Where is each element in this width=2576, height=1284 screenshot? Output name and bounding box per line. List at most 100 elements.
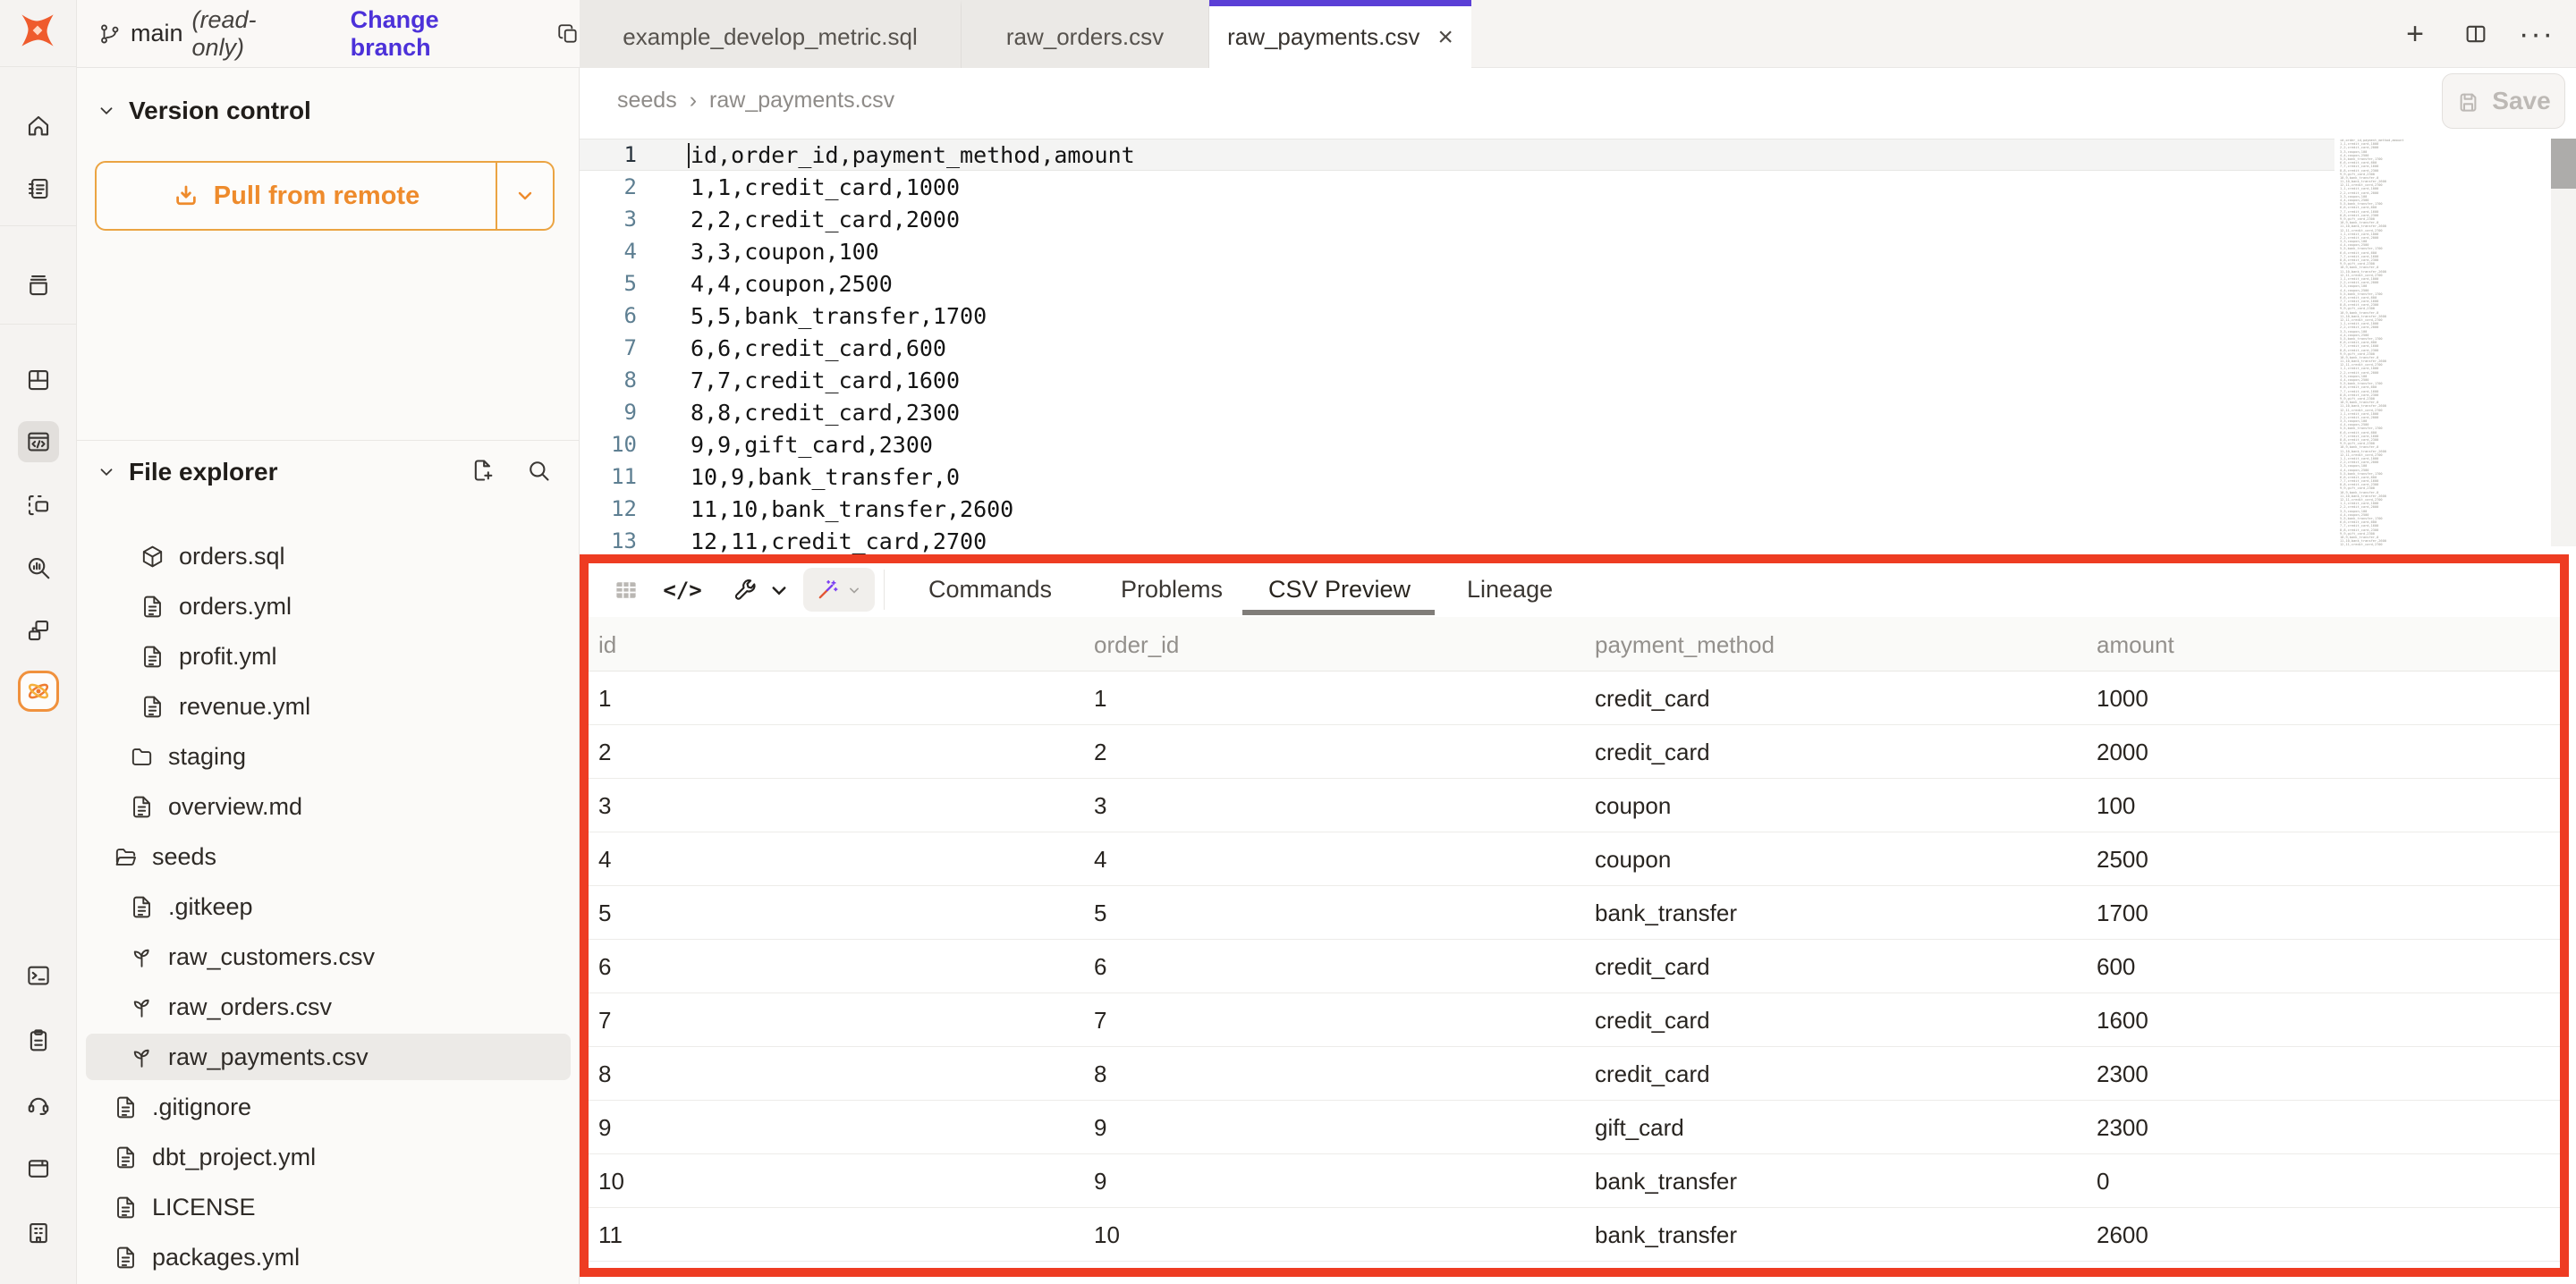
table-row[interactable]: 22credit_card2000 bbox=[589, 725, 2560, 779]
file-item-packages-yml[interactable]: packages.yml bbox=[77, 1232, 580, 1282]
file-item-raw-customers-csv[interactable]: raw_customers.csv bbox=[77, 932, 580, 982]
more-options-icon[interactable]: ··· bbox=[2517, 14, 2556, 54]
table-row[interactable]: 109bank_transfer0 bbox=[589, 1154, 2560, 1208]
headset-icon[interactable] bbox=[18, 1084, 59, 1125]
table-row[interactable]: 1110bank_transfer2600 bbox=[589, 1208, 2560, 1262]
panel-tab-problems[interactable]: Problems bbox=[1121, 563, 1223, 616]
code-line-3[interactable]: 32,2,credit_card,2000 bbox=[580, 203, 2334, 235]
split-editor-icon[interactable] bbox=[2456, 14, 2496, 54]
file-item-orders-sql[interactable]: orders.sql bbox=[77, 531, 580, 581]
new-tab-icon[interactable]: + bbox=[2395, 14, 2435, 54]
code-line-13[interactable]: 1312,11,credit_card,2700 bbox=[580, 525, 2334, 557]
file-item-overview-md[interactable]: overview.md bbox=[77, 781, 580, 832]
table-row[interactable]: 77credit_card1600 bbox=[589, 993, 2560, 1047]
clipboard-icon[interactable] bbox=[18, 1019, 59, 1060]
file-item-label: raw_customers.csv bbox=[168, 943, 375, 971]
build-wrench-icon[interactable] bbox=[724, 569, 767, 612]
code-line-8[interactable]: 87,7,credit_card,1600 bbox=[580, 364, 2334, 396]
terminal-icon[interactable] bbox=[18, 955, 59, 996]
table-cell: 2000 bbox=[2097, 739, 2148, 766]
dbt-logo-icon[interactable] bbox=[14, 7, 61, 54]
table-row[interactable]: 33coupon100 bbox=[589, 779, 2560, 832]
file-item-orders-yml[interactable]: orders.yml bbox=[77, 581, 580, 631]
breadcrumb-folder[interactable]: seeds bbox=[617, 88, 677, 114]
code-line-4[interactable]: 43,3,coupon,100 bbox=[580, 235, 2334, 267]
line-number: 9 bbox=[580, 400, 637, 425]
panel-tab-csv-preview[interactable]: CSV Preview bbox=[1268, 563, 1411, 616]
breadcrumb-file[interactable]: raw_payments.csv bbox=[709, 88, 894, 114]
file-item-label: staging bbox=[168, 743, 246, 771]
notebook-icon[interactable] bbox=[18, 168, 59, 209]
table-cell: coupon bbox=[1595, 792, 1671, 820]
line-number: 8 bbox=[580, 367, 637, 393]
file-item-seeds[interactable]: seeds bbox=[77, 832, 580, 882]
code-line-7[interactable]: 76,6,credit_card,600 bbox=[580, 332, 2334, 364]
file-explorer-header[interactable]: File explorer bbox=[97, 458, 278, 486]
frame-select-icon[interactable] bbox=[18, 485, 59, 526]
table-row[interactable]: 88credit_card2300 bbox=[589, 1047, 2560, 1101]
table-cell: 3 bbox=[598, 792, 611, 820]
copy-branch-icon[interactable] bbox=[556, 22, 580, 46]
file-item-raw-payments-csv[interactable]: raw_payments.csv bbox=[77, 1032, 580, 1082]
code-line-10[interactable]: 109,9,gift_card,2300 bbox=[580, 428, 2334, 460]
line-number: 7 bbox=[580, 335, 637, 360]
editor-tab-example-develop-metric-sql[interactable]: example_develop_metric.sql bbox=[580, 0, 962, 68]
file-item-staging[interactable]: staging bbox=[77, 731, 580, 781]
code-line-9[interactable]: 98,8,credit_card,2300 bbox=[580, 396, 2334, 428]
close-tab-icon[interactable]: × bbox=[1437, 24, 1453, 51]
editor-tab-raw-orders-csv[interactable]: raw_orders.csv bbox=[962, 0, 1209, 68]
code-lines[interactable]: 1id,order_id,payment_method,amount21,1,c… bbox=[580, 139, 2334, 557]
browser-icon[interactable] bbox=[18, 1148, 59, 1189]
code-editor-icon[interactable] bbox=[18, 421, 59, 462]
file-item-label: raw_payments.csv bbox=[168, 1043, 369, 1071]
line-text: 3,3,coupon,100 bbox=[691, 239, 879, 265]
table-row[interactable]: 11credit_card1000 bbox=[589, 672, 2560, 725]
file-item-dbt-project-yml[interactable]: dbt_project.yml bbox=[77, 1132, 580, 1182]
table-row[interactable]: 44coupon2500 bbox=[589, 832, 2560, 886]
table-row[interactable]: 66credit_card600 bbox=[589, 940, 2560, 993]
search-files-icon[interactable] bbox=[526, 458, 551, 487]
table-cell: credit_card bbox=[1595, 739, 1710, 766]
panel-tab-lineage[interactable]: Lineage bbox=[1467, 563, 1553, 616]
file-item-revenue-yml[interactable]: revenue.yml bbox=[77, 681, 580, 731]
results-table-icon[interactable] bbox=[605, 569, 648, 612]
code-line-2[interactable]: 21,1,credit_card,1000 bbox=[580, 171, 2334, 203]
editor-tab-raw-payments-csv[interactable]: raw_payments.csv× bbox=[1209, 0, 1471, 68]
table-row[interactable]: 55bank_transfer1700 bbox=[589, 886, 2560, 940]
panel-tab-commands[interactable]: Commands bbox=[928, 563, 1052, 616]
file-item--gitkeep[interactable]: .gitkeep bbox=[77, 882, 580, 932]
pull-options-caret[interactable] bbox=[497, 163, 553, 229]
code-editor[interactable]: seeds › raw_payments.csv Save 1id,order_… bbox=[580, 68, 2576, 554]
pull-from-remote-main[interactable]: Pull from remote bbox=[97, 163, 497, 229]
file-item-raw-orders-csv[interactable]: raw_orders.csv bbox=[77, 982, 580, 1032]
compiled-code-icon[interactable]: </> bbox=[661, 569, 704, 612]
file-item-license[interactable]: LICENSE bbox=[77, 1182, 580, 1232]
pull-from-remote-button[interactable]: Pull from remote bbox=[95, 161, 555, 231]
editor-scrollbar[interactable] bbox=[2551, 139, 2576, 546]
atom-icon[interactable] bbox=[18, 671, 59, 712]
chevron-down-icon[interactable] bbox=[764, 569, 794, 612]
code-line-11[interactable]: 1110,9,bank_transfer,0 bbox=[580, 460, 2334, 493]
ai-assist-wand-button[interactable] bbox=[803, 568, 875, 612]
code-line-1[interactable]: 1id,order_id,payment_method,amount bbox=[580, 139, 2334, 171]
windows-icon[interactable] bbox=[18, 610, 59, 651]
file-item-label: raw_orders.csv bbox=[168, 993, 332, 1021]
file-item-highlight bbox=[86, 733, 571, 780]
new-file-icon[interactable] bbox=[470, 458, 496, 487]
code-line-12[interactable]: 1211,10,bank_transfer,2600 bbox=[580, 493, 2334, 525]
dashboard-icon[interactable] bbox=[18, 359, 59, 401]
minimap[interactable]: id,order_id,payment_method,amount 1,1,cr… bbox=[2340, 139, 2415, 546]
change-branch-link[interactable]: Change branch bbox=[351, 6, 524, 62]
building-icon[interactable] bbox=[18, 1212, 59, 1254]
scrollbar-handle[interactable] bbox=[2551, 139, 2576, 189]
home-icon[interactable] bbox=[18, 106, 59, 147]
table-row[interactable]: 99gift_card2300 bbox=[589, 1101, 2560, 1154]
search-insights-icon[interactable] bbox=[18, 547, 59, 588]
version-control-header[interactable]: Version control bbox=[97, 97, 311, 125]
archive-icon[interactable] bbox=[18, 265, 59, 306]
save-button[interactable]: Save bbox=[2442, 73, 2565, 129]
code-line-5[interactable]: 54,4,coupon,2500 bbox=[580, 267, 2334, 300]
file-item--gitignore[interactable]: .gitignore bbox=[77, 1082, 580, 1132]
file-item-profit-yml[interactable]: profit.yml bbox=[77, 631, 580, 681]
code-line-6[interactable]: 65,5,bank_transfer,1700 bbox=[580, 300, 2334, 332]
